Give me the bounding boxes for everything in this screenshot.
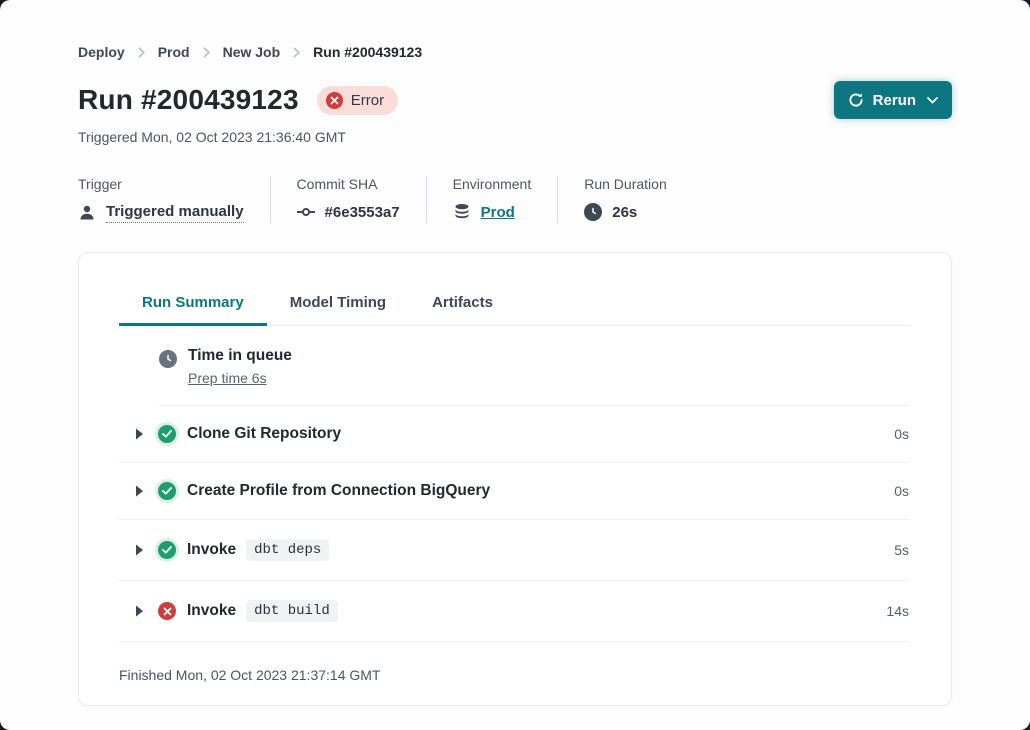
step-command-chip: dbt build [246, 600, 338, 622]
caret-right-icon[interactable] [135, 485, 144, 497]
step-row-invoke-dbt-build[interactable]: Invoke dbt build 14s [119, 581, 909, 642]
meta-commit-label: Commit SHA [297, 176, 400, 192]
caret-right-icon[interactable] [135, 544, 144, 556]
finished-timestamp: Finished Mon, 02 Oct 2023 21:37:14 GMT [119, 642, 909, 683]
error-circle-icon [158, 602, 176, 620]
step-duration: 0s [894, 426, 909, 442]
error-circle-icon [326, 92, 343, 109]
status-badge: Error [317, 86, 398, 115]
tab-strip: Run Summary Model Timing Artifacts [119, 281, 909, 326]
refresh-icon [848, 92, 864, 108]
meta-run-duration: Run Duration 26s [584, 176, 693, 223]
step-row-invoke-dbt-deps[interactable]: Invoke dbt deps 5s [119, 520, 909, 581]
clock-icon [584, 203, 602, 221]
chevron-right-icon [293, 47, 300, 58]
prep-time-link[interactable]: Prep time 6s [188, 370, 267, 386]
tab-run-summary[interactable]: Run Summary [119, 281, 267, 326]
meta-divider [426, 176, 427, 223]
time-in-queue-row: Time in queue Prep time 6s [159, 326, 909, 406]
meta-trigger: Trigger Triggered manually [78, 176, 270, 223]
meta-trigger-value[interactable]: Triggered manually [106, 203, 244, 223]
run-detail-page: Deploy Prod New Job Run #200439123 Run #… [0, 0, 1030, 730]
commit-icon [297, 203, 315, 221]
time-in-queue-title: Time in queue [188, 347, 292, 365]
rerun-button[interactable]: Rerun [834, 81, 952, 119]
meta-commit-value: #6e3553a7 [325, 204, 400, 221]
database-icon [453, 203, 471, 221]
step-duration: 0s [894, 483, 909, 499]
step-title: Invoke [187, 541, 236, 559]
step-row-create-profile[interactable]: Create Profile from Connection BigQuery … [119, 463, 909, 520]
meta-duration-label: Run Duration [584, 176, 667, 192]
clock-icon [159, 350, 177, 368]
status-badge-label: Error [351, 92, 384, 109]
breadcrumb-current-run: Run #200439123 [313, 44, 422, 60]
meta-divider [557, 176, 558, 223]
meta-trigger-label: Trigger [78, 176, 244, 192]
step-title: Create Profile from Connection BigQuery [187, 482, 490, 500]
meta-commit-sha: Commit SHA #6e3553a7 [297, 176, 426, 223]
chevron-right-icon [138, 47, 145, 58]
success-check-icon [158, 482, 176, 500]
success-check-icon [158, 425, 176, 443]
rerun-button-label: Rerun [873, 92, 916, 109]
tab-artifacts[interactable]: Artifacts [409, 281, 516, 326]
breadcrumb-new-job[interactable]: New Job [223, 44, 281, 60]
step-title: Clone Git Repository [187, 425, 341, 443]
meta-environment-label: Environment [453, 176, 532, 192]
step-duration: 5s [894, 542, 909, 558]
success-check-icon [158, 541, 176, 559]
run-summary-card: Run Summary Model Timing Artifacts Time … [78, 252, 952, 706]
triggered-timestamp: Triggered Mon, 02 Oct 2023 21:36:40 GMT [78, 129, 952, 145]
chevron-right-icon [203, 47, 210, 58]
tab-model-timing[interactable]: Model Timing [267, 281, 409, 326]
step-command-chip: dbt deps [246, 539, 329, 561]
breadcrumb-deploy[interactable]: Deploy [78, 44, 125, 60]
step-duration: 14s [886, 603, 909, 619]
meta-environment: Environment Prod [453, 176, 558, 223]
meta-divider [270, 176, 271, 223]
breadcrumb-prod[interactable]: Prod [158, 44, 190, 60]
chevron-down-icon [927, 97, 938, 104]
meta-duration-value: 26s [612, 204, 637, 221]
breadcrumb: Deploy Prod New Job Run #200439123 [78, 44, 952, 60]
step-title: Invoke [187, 602, 236, 620]
run-meta-row: Trigger Triggered manually Commit SHA #6… [78, 176, 952, 223]
step-row-clone-git[interactable]: Clone Git Repository 0s [119, 406, 909, 463]
meta-environment-value[interactable]: Prod [481, 204, 515, 221]
page-title: Run #200439123 [78, 84, 299, 116]
person-icon [78, 204, 96, 222]
caret-right-icon[interactable] [135, 605, 144, 617]
caret-right-icon[interactable] [135, 428, 144, 440]
